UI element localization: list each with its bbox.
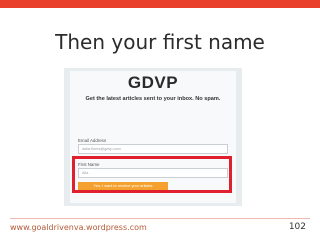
slide-title: Then your first name xyxy=(55,30,265,54)
form-tagline: Get the latest articles sent to your inb… xyxy=(85,96,221,102)
first-name-label: First Name xyxy=(78,162,100,167)
form-logo: GDVP xyxy=(127,73,179,92)
page-number: 102 xyxy=(288,222,306,232)
signup-form-screenshot: GDVP Get the latest articles sent to you… xyxy=(64,68,242,206)
footer-divider xyxy=(10,218,310,219)
footer-url: www.goaldrivenva.wordpress.com xyxy=(10,223,147,232)
email-label: Email Address xyxy=(78,138,107,143)
top-accent-bar xyxy=(0,0,320,8)
email-field[interactable]: dalia.flores@gdvp.com xyxy=(78,144,228,154)
first-name-field[interactable]: Alia xyxy=(78,168,228,178)
subscribe-button[interactable]: Yes, I want to receive your articles xyxy=(78,182,168,190)
signup-form: GDVP Get the latest articles sent to you… xyxy=(70,71,236,203)
